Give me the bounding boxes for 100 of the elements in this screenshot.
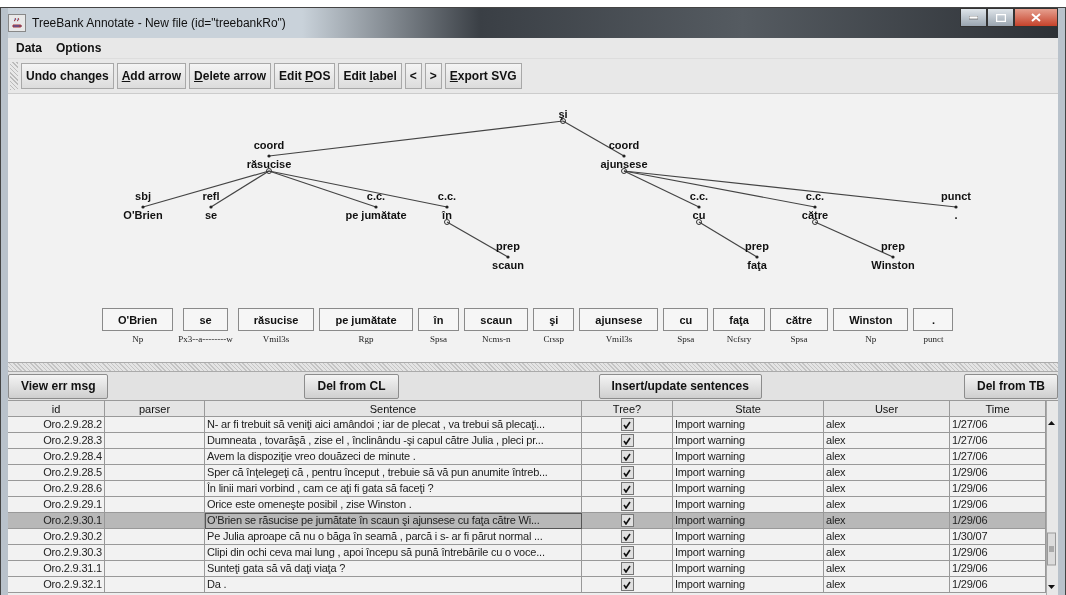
tree-word[interactable]: pe jumătate [345,209,407,221]
pos-tag: Vmil3s [262,334,290,344]
toolbar-grip[interactable] [10,62,18,90]
table-cell: alex [824,497,950,513]
tree-word[interactable]: cu [692,209,706,221]
checkbox[interactable] [620,418,634,431]
column-header[interactable]: User [824,401,950,417]
token-button[interactable]: ajunsese [579,308,659,331]
menu-item[interactable]: Options [52,41,106,55]
token-button[interactable]: O'Brien [102,308,174,331]
checkbox[interactable] [620,466,634,479]
toolbar-button[interactable]: Add arrow [116,63,187,89]
table-cell: Oro.2.9.28.2 [8,417,105,433]
node-handle[interactable] [812,219,818,225]
checkbox[interactable] [620,450,634,463]
column-header[interactable]: Tree? [582,401,673,417]
table-cell: 1/29/06 [950,561,1046,577]
close-button[interactable] [1014,8,1058,27]
tree-word[interactable]: scaun [492,259,524,271]
node-handle[interactable] [444,219,450,225]
token-button[interactable]: răsucise [237,308,315,331]
table-cell: 1/29/06 [950,577,1046,593]
table-cell: Import warning [673,417,824,433]
table-cell: Import warning [673,529,824,545]
tree-word[interactable]: . [954,209,958,221]
minimize-button[interactable] [960,8,987,27]
column-header[interactable]: parser [105,401,205,417]
checkbox[interactable] [620,498,634,511]
checkbox[interactable] [620,514,634,527]
java-cup-icon [8,14,26,32]
checkbox[interactable] [620,546,634,559]
table-cell: alex [824,417,950,433]
column-header[interactable]: State [673,401,824,417]
close-icon [1031,13,1041,22]
token-button[interactable]: pe jumătate [319,308,413,331]
toolbar-button[interactable]: < [404,63,422,89]
node-handle[interactable] [560,118,566,124]
checkbox[interactable] [620,434,634,447]
tree-word[interactable]: răsucise [246,158,292,170]
checkbox[interactable] [620,482,634,495]
table-cell: 1/29/06 [950,465,1046,481]
checkbox[interactable] [620,578,634,591]
toolbar-button[interactable]: Undo changes [21,63,114,89]
tree-word[interactable]: în [442,209,452,221]
token-button[interactable]: faţa [713,308,765,331]
tree-word[interactable]: către [801,209,829,221]
toolbar-button[interactable]: Export SVG [444,63,522,89]
tree-word[interactable]: şi [558,108,568,120]
maximize-button[interactable] [987,8,1014,27]
pos-tag: punct [923,334,944,344]
tree-word[interactable]: ajunsese [600,158,648,170]
pos-tag: Np [865,334,877,344]
node-handle[interactable] [696,219,702,225]
tree-word[interactable]: faţa [747,259,767,271]
splitter-handle[interactable] [8,362,1058,372]
checkbox[interactable] [620,562,634,575]
toolbar-button[interactable]: > [424,63,442,89]
checkbox[interactable] [620,530,634,543]
table-cell: 1/29/06 [950,481,1046,497]
token-button[interactable]: şi [533,308,575,331]
table-cell: Import warning [673,513,824,529]
minimize-icon [969,15,978,20]
tree-word[interactable]: se [204,209,218,221]
column-header[interactable]: id [8,401,105,417]
table-cell: Avem la dispoziţie vreo douăzeci de minute . [205,449,582,465]
tree-word[interactable]: Winston [871,259,915,271]
relation-label: c.c. [689,190,709,202]
table-cell: Oro.2.9.29.1 [8,497,105,513]
token-button[interactable]: se [183,308,228,331]
table-cell: Import warning [673,561,824,577]
table-cell: alex [824,513,950,529]
relation-label: coord [253,139,285,151]
action-button[interactable]: Del from TB [964,373,1058,399]
node-handle[interactable] [621,168,627,174]
toolbar-button[interactable]: Delete arrow [189,63,272,89]
action-button[interactable]: View err msg [8,373,109,399]
relation-label: prep [745,240,769,252]
toolbar-button[interactable]: Edit POS [274,63,336,89]
column-header[interactable]: Time [950,401,1046,417]
table-cell: În linii mari vorbind , cam ce aţi fi gata să faceţi ? [205,481,582,497]
pos-tag: Vmil3s [605,334,633,344]
token-button[interactable]: . [913,308,954,331]
token-button[interactable]: către [769,308,829,331]
tree-word[interactable]: O'Brien [123,209,163,221]
table-cell: Import warning [673,449,824,465]
action-button[interactable]: Insert/update sentences [598,373,762,399]
table-cell: Oro.2.9.28.4 [8,449,105,465]
action-button[interactable]: Del from CL [304,373,399,399]
table-cell: N- ar fi trebuit să veniţi aici amândoi ; iar de plecat , va trebui să plecaţi... [205,417,582,433]
maximize-icon [995,13,1006,22]
relation-label: coord [608,139,640,151]
token-button[interactable]: Winston [833,308,909,331]
token-button[interactable]: cu [663,308,709,331]
scrollbar[interactable] [1046,401,1058,595]
menu-item[interactable]: Data [12,41,46,55]
node-handle[interactable] [266,168,272,174]
token-button[interactable]: în [417,308,460,331]
column-header[interactable]: Sentence [205,401,582,417]
token-button[interactable]: scaun [464,308,529,331]
toolbar-button[interactable]: Edit label [338,63,402,89]
